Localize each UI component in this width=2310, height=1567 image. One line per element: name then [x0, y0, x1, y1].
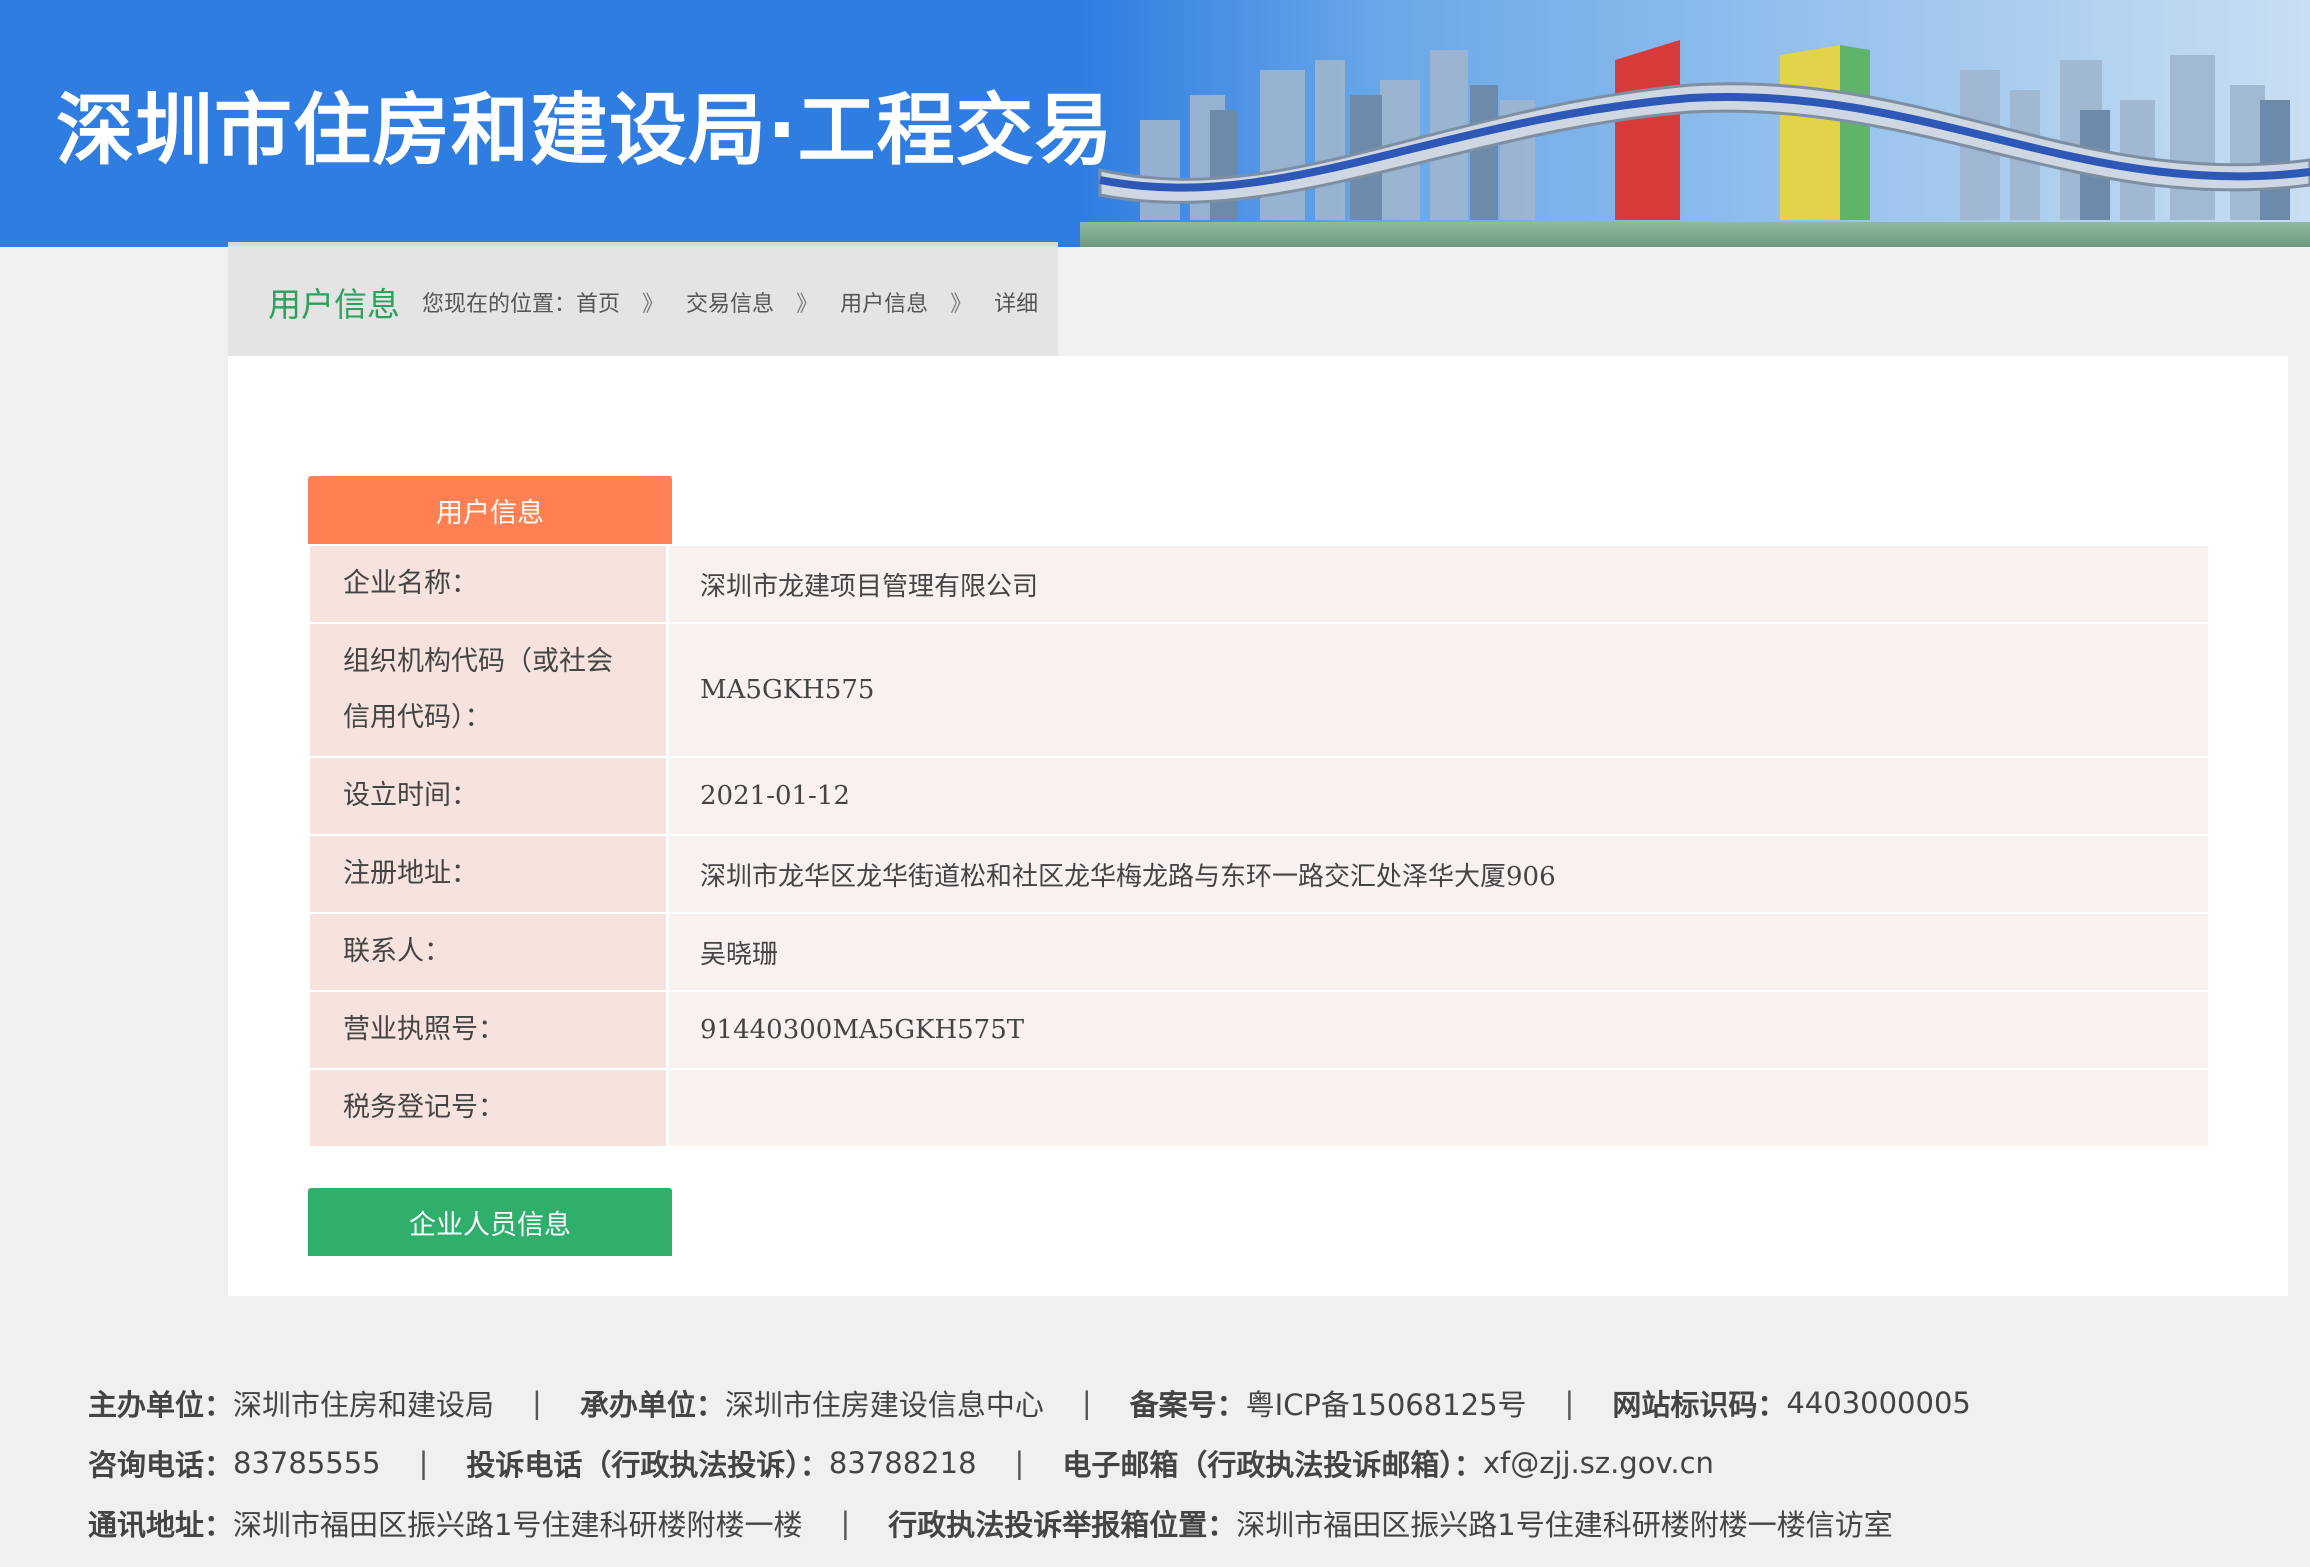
- content-panel: 用户信息 企业名称： 深圳市龙建项目管理有限公司 组织机构代码（或社会信用代码）…: [228, 356, 2288, 1296]
- breadcrumb-item-home[interactable]: 首页: [576, 286, 620, 318]
- company-staff-info-button[interactable]: 企业人员信息: [308, 1188, 672, 1256]
- tax-registration-value: [669, 1070, 2208, 1146]
- site-footer: 主办单位： 深圳市住房和建设局 | 承办单位： 深圳市住房建设信息中心 | 备案…: [88, 1373, 2288, 1553]
- table-row: 组织机构代码（或社会信用代码）： MA5GKH575: [310, 624, 2208, 758]
- city-skyline-banner-image: [1080, 0, 2310, 247]
- footer-label: 备案号：: [1129, 1388, 1246, 1422]
- footer-divider: |: [840, 1506, 851, 1540]
- row-label: 企业名称：: [310, 546, 669, 622]
- footer-hotline: 83785555: [233, 1446, 381, 1480]
- registered-address-value: 深圳市龙华区龙华街道松和社区龙华梅龙路与东环一路交汇处泽华大厦906: [669, 836, 2208, 912]
- site-header: 深圳市住房和建设局·工程交易: [0, 0, 2310, 247]
- row-label: 组织机构代码（或社会信用代码）：: [310, 624, 669, 756]
- table-row: 税务登记号：: [310, 1070, 2208, 1148]
- footer-divider: |: [418, 1446, 429, 1480]
- footer-icp-link[interactable]: 粤ICP备15068125号: [1246, 1382, 1527, 1424]
- footer-divider: |: [532, 1386, 542, 1420]
- footer-complaint-box: 深圳市福田区振兴路1号住建科研楼附楼一楼信访室: [1236, 1508, 1893, 1542]
- org-code-value: MA5GKH575: [669, 624, 2208, 756]
- established-date-value: 2021-01-12: [669, 758, 2208, 834]
- footer-label: 通讯地址：: [88, 1508, 234, 1542]
- page-section-title: 用户信息: [268, 285, 400, 324]
- footer-line-1: 主办单位： 深圳市住房和建设局 | 承办单位： 深圳市住房建设信息中心 | 备案…: [88, 1373, 2288, 1433]
- footer-label: 网站标识码：: [1612, 1388, 1787, 1422]
- breadcrumb-separator: 》: [642, 292, 665, 317]
- row-label: 营业执照号：: [310, 992, 669, 1068]
- footer-label: 咨询电话：: [88, 1448, 234, 1482]
- breadcrumb-separator: 》: [950, 292, 973, 317]
- row-label: 设立时间：: [310, 758, 669, 834]
- row-label: 税务登记号：: [310, 1070, 669, 1146]
- site-title: 深圳市住房和建设局·工程交易: [56, 86, 1114, 176]
- footer-organizer: 深圳市住房建设信息中心: [724, 1388, 1044, 1422]
- table-row: 设立时间： 2021-01-12: [310, 758, 2208, 836]
- table-row: 营业执照号： 91440300MA5GKH575T: [310, 992, 2208, 1070]
- footer-label: 电子邮箱（行政执法投诉邮箱）：: [1062, 1448, 1483, 1482]
- footer-label: 投诉电话（行政执法投诉）：: [466, 1448, 829, 1482]
- footer-line-2: 咨询电话： 83785555 | 投诉电话（行政执法投诉）： 83788218 …: [88, 1433, 2288, 1493]
- footer-divider: |: [1081, 1386, 1092, 1420]
- footer-line-3: 通讯地址： 深圳市福田区振兴路1号住建科研楼附楼一楼 | 行政执法投诉举报箱位置…: [88, 1493, 2288, 1553]
- breadcrumb-bar: 用户信息 您现在的位置： 首页 》 交易信息 》 用户信息 》 详细: [228, 242, 1058, 358]
- breadcrumb-prefix: 您现在的位置：: [422, 292, 577, 317]
- footer-site-code: 4403000005: [1786, 1386, 1971, 1420]
- company-name-value: 深圳市龙建项目管理有限公司: [669, 546, 2208, 622]
- footer-label: 行政执法投诉举报箱位置：: [888, 1508, 1237, 1542]
- table-row: 注册地址： 深圳市龙华区龙华街道松和社区龙华梅龙路与东环一路交汇处泽华大厦906: [310, 836, 2208, 914]
- footer-email-link[interactable]: xf@zjj.sz.gov.cn: [1483, 1446, 1714, 1480]
- business-license-value: 91440300MA5GKH575T: [669, 992, 2208, 1068]
- footer-divider: |: [1014, 1446, 1025, 1480]
- breadcrumb: 您现在的位置： 首页 》 交易信息 》 用户信息 》 详细: [422, 286, 1038, 318]
- breadcrumb-item-user-info[interactable]: 用户信息: [840, 286, 928, 318]
- user-info-table: 企业名称： 深圳市龙建项目管理有限公司 组织机构代码（或社会信用代码）： MA5…: [310, 546, 2208, 1148]
- footer-address: 深圳市福田区振兴路1号住建科研楼附楼一楼: [233, 1508, 803, 1542]
- footer-complaint-phone: 83788218: [828, 1446, 977, 1480]
- breadcrumb-item-trade-info[interactable]: 交易信息: [686, 286, 774, 318]
- footer-sponsor: 深圳市住房和建设局: [233, 1388, 495, 1422]
- contact-person-value: 吴晓珊: [669, 914, 2208, 990]
- row-label: 注册地址：: [310, 836, 669, 912]
- row-label: 联系人：: [310, 914, 669, 990]
- footer-label: 承办单位：: [579, 1388, 725, 1422]
- user-info-section-header: 用户信息: [308, 476, 672, 544]
- breadcrumb-separator: 》: [796, 292, 819, 317]
- breadcrumb-item-detail: 详细: [994, 292, 1039, 317]
- footer-divider: |: [1564, 1386, 1575, 1420]
- footer-label: 主办单位：: [88, 1388, 234, 1422]
- table-row: 企业名称： 深圳市龙建项目管理有限公司: [310, 546, 2208, 624]
- table-row: 联系人： 吴晓珊: [310, 914, 2208, 992]
